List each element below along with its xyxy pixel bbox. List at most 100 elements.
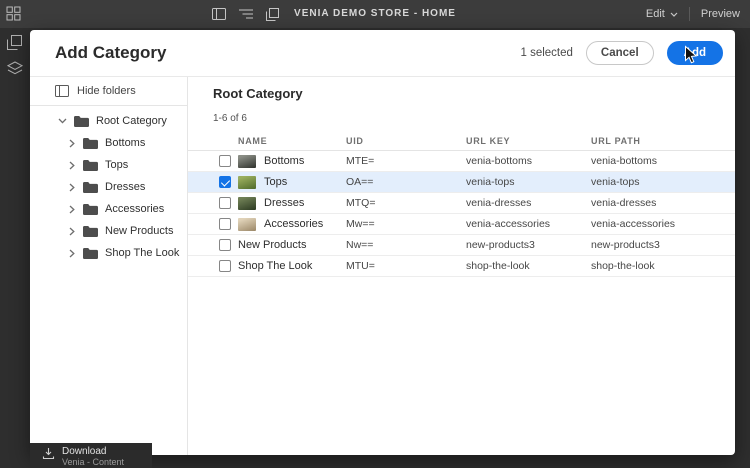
edit-mode-selector[interactable]: Edit (646, 8, 678, 20)
toolbar-divider (689, 7, 690, 21)
content-header: Root Category (188, 77, 735, 101)
folder-icon (83, 138, 98, 149)
tree-item-label: New Products (105, 225, 173, 237)
result-count: 1-6 of 6 (213, 113, 735, 124)
table-row-tops[interactable]: TopsOA==venia-topsvenia-tops (188, 172, 735, 193)
column-header-url-key: URL KEY (466, 136, 591, 146)
chevron-down-icon (670, 12, 678, 17)
table-row-new-products[interactable]: New ProductsNw==new-products3new-product… (188, 235, 735, 256)
row-url-path: venia-dresses (591, 197, 735, 209)
download-sublabel: Venia - Content (62, 457, 124, 468)
tree-item-label: Accessories (105, 203, 164, 215)
row-name: New Products (238, 239, 346, 251)
selected-count: 1 selected (520, 47, 572, 59)
category-thumbnail (238, 155, 256, 168)
tree-root[interactable]: Root Category (30, 110, 187, 132)
row-url-path: new-products3 (591, 239, 735, 251)
chevron-down-icon[interactable] (58, 118, 67, 124)
folder-icon (83, 248, 98, 259)
chevron-right-icon[interactable] (67, 161, 76, 170)
panel-toggle-icon (55, 85, 69, 97)
copy-icon[interactable] (7, 35, 22, 50)
row-url-key: shop-the-look (466, 260, 591, 272)
dialog-header: Add Category 1 selected Cancel Add (30, 30, 735, 77)
tree-item-bottoms[interactable]: Bottoms (30, 132, 187, 154)
row-checkbox[interactable] (219, 218, 231, 230)
row-checkbox[interactable] (219, 197, 231, 209)
table-row-shop-the-look[interactable]: Shop The LookMTU=shop-the-lookshop-the-l… (188, 256, 735, 277)
row-name: Tops (238, 176, 346, 189)
row-checkbox[interactable] (219, 260, 231, 272)
row-checkbox[interactable] (219, 155, 231, 167)
tree-item-label: Tops (105, 159, 128, 171)
row-url-path: venia-bottoms (591, 155, 735, 167)
table-row-dresses[interactable]: DressesMTQ=venia-dressesvenia-dresses (188, 193, 735, 214)
row-name: Dresses (238, 197, 346, 210)
tree-item-label: Dresses (105, 181, 145, 193)
category-thumbnail (238, 197, 256, 210)
folder-icon (83, 204, 98, 215)
tree-item-label: Shop The Look (105, 247, 179, 259)
tree-item-shop-the-look[interactable]: Shop The Look (30, 242, 187, 264)
row-url-path: shop-the-look (591, 260, 735, 272)
tree-item-accessories[interactable]: Accessories (30, 198, 187, 220)
row-url-path: venia-tops (591, 176, 735, 188)
table-row-bottoms[interactable]: BottomsMTE=venia-bottomsvenia-bottoms (188, 151, 735, 172)
folder-icon (83, 160, 98, 171)
chevron-right-icon[interactable] (67, 183, 76, 192)
row-uid: Mw== (346, 218, 466, 230)
tree-item-label: Bottoms (105, 137, 145, 149)
folder-icon (74, 116, 89, 127)
chevron-right-icon[interactable] (67, 249, 76, 258)
download-label: Download (62, 446, 124, 457)
tree-root-label: Root Category (96, 115, 167, 127)
dialog-title: Add Category (55, 43, 166, 63)
page-title: VENIA DEMO STORE - HOME (0, 0, 750, 28)
row-url-key: venia-dresses (466, 197, 591, 209)
row-url-key: venia-accessories (466, 218, 591, 230)
row-url-path: venia-accessories (591, 218, 735, 230)
layers-icon[interactable] (7, 61, 23, 75)
download-button[interactable]: Download Venia - Content (30, 443, 152, 468)
cancel-button[interactable]: Cancel (586, 41, 654, 65)
table-header: NAMEUIDURL KEYURL PATH (188, 132, 735, 151)
tree-item-dresses[interactable]: Dresses (30, 176, 187, 198)
row-uid: OA== (346, 176, 466, 188)
top-bar: VENIA DEMO STORE - HOME Edit Preview (0, 0, 750, 28)
category-thumbnail (238, 176, 256, 189)
row-checkbox[interactable] (219, 176, 231, 188)
row-uid: MTQ= (346, 197, 466, 209)
category-table: NAMEUIDURL KEYURL PATH BottomsMTE=venia-… (188, 132, 735, 277)
edit-mode-label: Edit (646, 8, 665, 20)
row-uid: MTU= (346, 260, 466, 272)
row-url-key: venia-tops (466, 176, 591, 188)
column-header-uid: UID (346, 136, 466, 146)
column-header-url-path: URL PATH (591, 136, 735, 146)
row-url-key: new-products3 (466, 239, 591, 251)
row-url-key: venia-bottoms (466, 155, 591, 167)
row-checkbox[interactable] (219, 239, 231, 251)
tree-item-tops[interactable]: Tops (30, 154, 187, 176)
folder-icon (83, 182, 98, 193)
table-row-accessories[interactable]: AccessoriesMw==venia-accessoriesvenia-ac… (188, 214, 735, 235)
chevron-right-icon[interactable] (67, 139, 76, 148)
content-panel: Root Category 1-6 of 6 NAMEUIDURL KEYURL… (188, 77, 735, 455)
tree-item-new-products[interactable]: New Products (30, 220, 187, 242)
hide-folders-button[interactable]: Hide folders (30, 77, 187, 105)
folder-icon (83, 226, 98, 237)
row-uid: Nw== (346, 239, 466, 251)
preview-button[interactable]: Preview (701, 8, 740, 20)
add-button[interactable]: Add (667, 41, 723, 65)
row-name: Bottoms (238, 155, 346, 168)
column-header-name: NAME (238, 136, 346, 146)
download-icon (42, 447, 55, 460)
row-name: Shop The Look (238, 260, 346, 272)
row-uid: MTE= (346, 155, 466, 167)
chevron-right-icon[interactable] (67, 205, 76, 214)
table-body: BottomsMTE=venia-bottomsvenia-bottomsTop… (188, 151, 735, 277)
folders-panel: Hide folders Root Category Bottoms Tops Dr… (30, 77, 188, 455)
folder-tree: Root Category Bottoms Tops Dresses Accessor… (30, 106, 187, 264)
chevron-right-icon[interactable] (67, 227, 76, 236)
row-name: Accessories (238, 218, 346, 231)
category-thumbnail (238, 218, 256, 231)
